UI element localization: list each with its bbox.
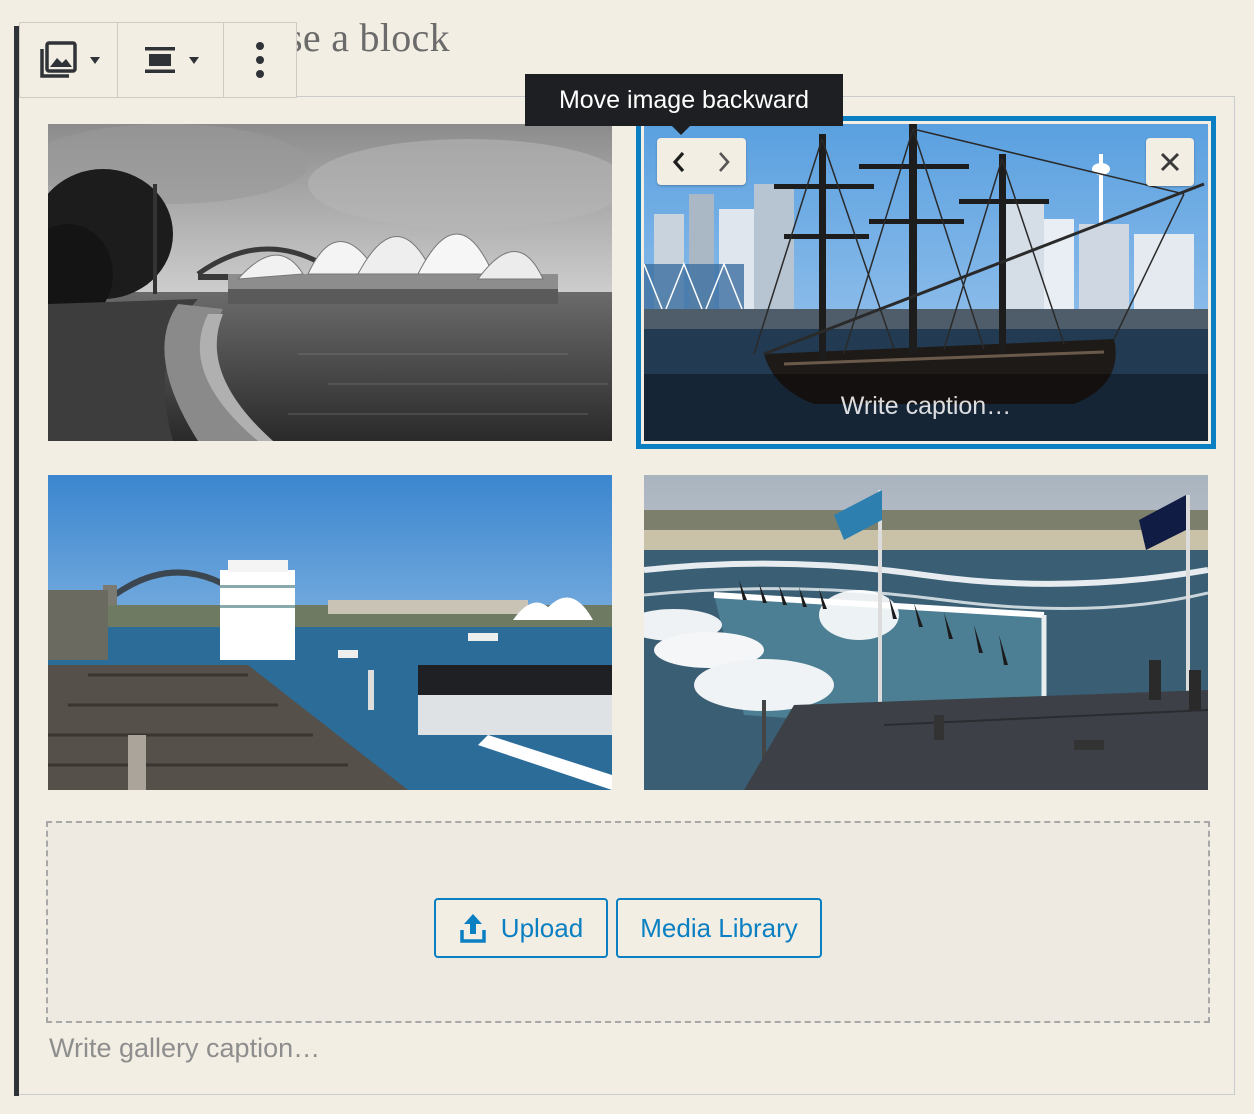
- more-vertical-icon: [256, 42, 264, 78]
- chevron-left-icon: [673, 151, 685, 172]
- image-caption-input[interactable]: Write caption…: [644, 392, 1208, 421]
- block-toolbar: [19, 22, 297, 98]
- upload-button-label: Upload: [500, 912, 584, 943]
- chevron-right-icon: [718, 151, 730, 172]
- gallery-icon: [39, 41, 77, 78]
- move-image-controls: [657, 138, 746, 185]
- media-library-button-label: Media Library: [640, 912, 798, 943]
- remove-image-button[interactable]: [1146, 138, 1194, 186]
- move-image-forward-button[interactable]: [704, 142, 744, 182]
- close-icon: [1160, 152, 1180, 172]
- gallery-image[interactable]: [644, 475, 1208, 790]
- more-options-button[interactable]: [224, 23, 296, 97]
- chevron-down-icon: [89, 56, 100, 64]
- move-image-backward-button[interactable]: [659, 142, 699, 182]
- chevron-down-icon: [188, 56, 199, 64]
- block-type-switcher[interactable]: [20, 23, 118, 97]
- gallery-image[interactable]: [48, 124, 612, 441]
- gallery-image[interactable]: [48, 475, 612, 790]
- gallery-caption-input[interactable]: Write gallery caption…: [49, 1033, 320, 1064]
- tooltip: Move image backward: [525, 74, 843, 135]
- upload-button[interactable]: Upload: [434, 898, 608, 958]
- align-center-icon: [144, 47, 175, 73]
- align-dropdown[interactable]: [118, 23, 224, 97]
- media-library-button[interactable]: Media Library: [616, 898, 822, 958]
- upload-icon: [460, 914, 486, 943]
